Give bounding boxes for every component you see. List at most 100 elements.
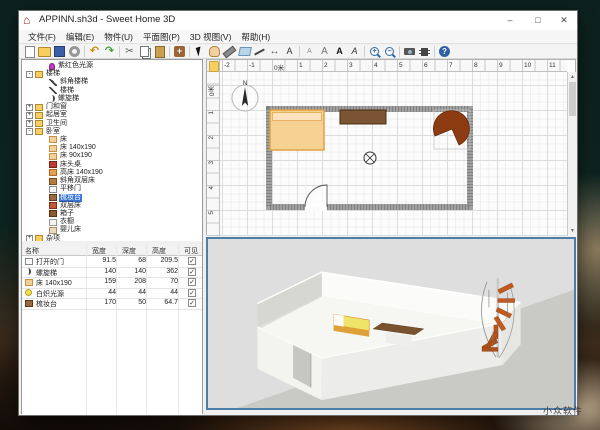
- minimize-button[interactable]: –: [497, 11, 523, 30]
- tree-item-label: 门和窗: [45, 103, 68, 111]
- create-dimensions-icon[interactable]: ↔: [268, 45, 282, 58]
- add-furniture-icon[interactable]: +: [173, 45, 187, 58]
- visible-checkbox[interactable]: ✓: [188, 299, 196, 307]
- open-icon[interactable]: [38, 45, 52, 58]
- close-button[interactable]: ✕: [551, 11, 577, 30]
- save-icon[interactable]: [53, 45, 67, 58]
- tree-item-楼梯[interactable]: -楼梯: [22, 70, 202, 78]
- tree-item-紫红色光源[interactable]: 紫红色光源: [22, 62, 202, 70]
- light-plan-item[interactable]: [364, 152, 376, 164]
- ti-slash: [49, 87, 57, 94]
- create-rooms-icon[interactable]: [238, 45, 252, 58]
- tree-item-门和窗[interactable]: + 门和窗: [22, 103, 202, 111]
- tree-item-床 90x190[interactable]: 床 90x190: [22, 152, 202, 160]
- visible-checkbox[interactable]: ✓: [188, 278, 196, 286]
- v-ruler-label: 2: [208, 136, 215, 140]
- door-symbol[interactable]: [305, 185, 327, 211]
- tree-item-床 140x190[interactable]: 床 140x190: [22, 144, 202, 152]
- tree-item-婴儿床[interactable]: 婴儿床: [22, 226, 202, 234]
- save-icon: [54, 46, 65, 57]
- app-window: ⌂ APPINN.sh3d - Sweet Home 3D – □ ✕ 文件(F…: [18, 10, 578, 416]
- copy-icon[interactable]: [138, 45, 152, 58]
- scrollbar-thumb[interactable]: [569, 82, 576, 116]
- preferences-icon[interactable]: [68, 45, 82, 58]
- pan-icon[interactable]: [208, 45, 222, 58]
- expand-icon[interactable]: +: [26, 104, 33, 111]
- table-row-梳妆台[interactable]: 梳妆台1705064.7✓: [22, 298, 202, 310]
- collapse-icon[interactable]: -: [26, 71, 33, 78]
- ti-bulb: [25, 289, 32, 296]
- zoom-in-icon[interactable]: +: [368, 45, 382, 58]
- photo-icon[interactable]: [403, 45, 417, 58]
- add-texts-icon[interactable]: A: [283, 45, 297, 58]
- title-bar[interactable]: ⌂ APPINN.sh3d - Sweet Home 3D – □ ✕: [19, 11, 577, 30]
- tree-item-双层床[interactable]: 双层床: [22, 202, 202, 210]
- cell-height: 70: [148, 278, 178, 285]
- tree-item-斜角双层床[interactable]: 斜角双层床: [22, 177, 202, 185]
- tree-item-高床 140x190[interactable]: 高床 140x190: [22, 169, 202, 177]
- tree-item-起居室[interactable]: +起居室: [22, 111, 202, 119]
- menu-item-3[interactable]: 平面图(P): [138, 31, 185, 43]
- compass-icon: N: [232, 81, 258, 111]
- maximize-button[interactable]: □: [525, 11, 551, 30]
- view-3d-panel[interactable]: [206, 237, 576, 410]
- create-polylines-icon[interactable]: [253, 45, 267, 58]
- tree-item-label: 箱子: [59, 210, 75, 218]
- cell-height: 209.5: [148, 257, 178, 264]
- menu-item-4[interactable]: 3D 视图(V): [185, 31, 237, 43]
- bed-plan-item[interactable]: [270, 110, 324, 150]
- expand-icon[interactable]: +: [26, 112, 33, 119]
- h-ruler-label: 3: [349, 62, 353, 69]
- tree-item-楼梯[interactable]: 楼梯: [22, 87, 202, 95]
- tree-item-卫生间[interactable]: +卫生间: [22, 120, 202, 128]
- plan-vertical-scrollbar[interactable]: ▲ ▼: [567, 72, 577, 236]
- level-tab-icon[interactable]: [209, 61, 219, 72]
- menu-item-5[interactable]: 帮助(H): [236, 31, 275, 43]
- plan-2d-canvas[interactable]: N: [220, 72, 567, 236]
- tree-item-梳妆台[interactable]: 梳妆台: [22, 194, 202, 202]
- tree-item-卧室[interactable]: -卧室: [22, 128, 202, 136]
- tree-item-衣橱[interactable]: 衣橱: [22, 218, 202, 226]
- redo-icon[interactable]: ↷: [103, 45, 117, 58]
- tree-item-平移门[interactable]: 平移门: [22, 185, 202, 193]
- ti-spiral: [49, 95, 55, 102]
- zoom-in-icon: +: [370, 47, 379, 56]
- increase-text-size-icon[interactable]: A: [318, 45, 332, 58]
- v-ruler-label: 3: [208, 161, 215, 165]
- visible-checkbox[interactable]: ✓: [188, 289, 196, 297]
- visible-checkbox[interactable]: ✓: [188, 257, 196, 265]
- collapse-icon[interactable]: -: [26, 128, 33, 135]
- menu-item-0[interactable]: 文件(F): [23, 31, 61, 43]
- expand-icon[interactable]: +: [26, 120, 33, 127]
- create-walls-icon[interactable]: [223, 45, 237, 58]
- help-icon[interactable]: ?: [438, 45, 452, 58]
- select-icon[interactable]: [193, 45, 207, 58]
- plan-2d-panel: -2-10米1234567891011 0米12345 N: [206, 59, 576, 235]
- tree-item-床头桌[interactable]: 床头桌: [22, 161, 202, 169]
- scroll-up-icon[interactable]: ▲: [568, 74, 577, 80]
- table-header-名称[interactable]: 名称: [25, 246, 87, 256]
- bold-icon[interactable]: A: [333, 45, 347, 58]
- video-icon[interactable]: [418, 45, 432, 58]
- horizontal-ruler: -2-10米1234567891011: [220, 60, 567, 72]
- decrease-text-size-icon[interactable]: A: [303, 45, 317, 58]
- visible-checkbox[interactable]: ✓: [188, 268, 196, 276]
- new-document-icon[interactable]: [23, 45, 37, 58]
- dresser-plan-item[interactable]: [340, 110, 386, 124]
- paste-icon[interactable]: [153, 45, 167, 58]
- menu-item-1[interactable]: 编辑(E): [61, 31, 99, 43]
- spiral-stairs-plan-item[interactable]: [433, 110, 470, 149]
- scroll-down-icon[interactable]: ▼: [568, 228, 577, 234]
- zoom-out-icon[interactable]: −: [383, 45, 397, 58]
- tree-item-床[interactable]: 床: [22, 136, 202, 144]
- tree-item-箱子[interactable]: 箱子: [22, 210, 202, 218]
- tree-item-斜角楼梯[interactable]: 斜角楼梯: [22, 78, 202, 86]
- add-furniture-icon: +: [174, 46, 185, 57]
- italic-icon[interactable]: A: [348, 45, 362, 58]
- cut-icon[interactable]: ✂: [123, 45, 137, 58]
- furniture-catalog-tree[interactable]: 紫红色光源-楼梯斜角楼梯楼梯螺旋梯+门和窗+起居室+卫生间-卧室床床 140x1…: [22, 60, 202, 241]
- menu-item-2[interactable]: 物件(U): [99, 31, 138, 43]
- tree-item-螺旋梯[interactable]: 螺旋梯: [22, 95, 202, 103]
- undo-icon[interactable]: ↶: [88, 45, 102, 58]
- furniture-list-table[interactable]: 名称宽度深度高度可见 打开的门91.568209.5✓螺旋梯140140362✓…: [22, 245, 202, 415]
